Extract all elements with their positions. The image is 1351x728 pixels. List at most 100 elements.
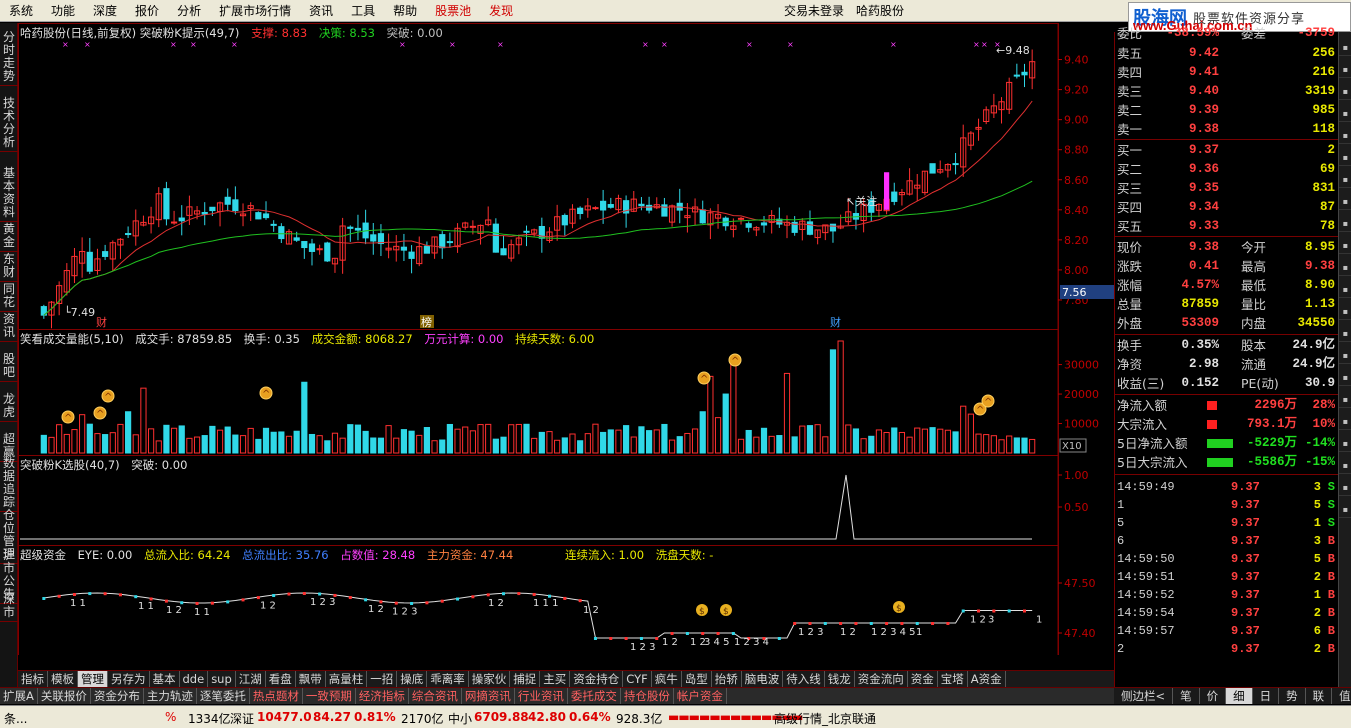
ext-tab-13[interactable]: 帐户资金 — [674, 688, 727, 704]
right-tab-2[interactable]: 价 — [1200, 688, 1227, 704]
left-tab-4[interactable]: 东财 — [0, 251, 18, 282]
ext-tab-7[interactable]: 经济指标 — [356, 688, 409, 704]
indicator-tab-25[interactable]: 资金流向 — [855, 671, 908, 687]
indicator-tab-7[interactable]: 江湖 — [236, 671, 266, 687]
indicator-tab-22[interactable]: 脑电波 — [742, 671, 784, 687]
right-tab-3[interactable]: 细 — [1226, 688, 1253, 704]
side-icon[interactable]: ▪ — [1339, 128, 1351, 144]
ext-tab-8[interactable]: 综合资讯 — [409, 688, 462, 704]
indicator-tab-24[interactable]: 钱龙 — [825, 671, 855, 687]
indicator-tab-19[interactable]: 疯牛 — [652, 671, 682, 687]
ext-tab-3[interactable]: 主力轨迹 — [144, 688, 197, 704]
left-tab-2[interactable]: 基本资料 — [0, 165, 18, 222]
indicator-tab-16[interactable]: 主买 — [540, 671, 571, 687]
ext-tab-4[interactable]: 逐笔委托 — [197, 688, 250, 704]
indicator-tab-5[interactable]: dde — [180, 671, 209, 687]
indicator-tab-18[interactable]: CYF — [623, 671, 652, 687]
menu-system[interactable]: 系统 — [0, 0, 42, 22]
side-icon[interactable]: ▪ — [1339, 326, 1351, 342]
indicator-tab-14[interactable]: 操家伙 — [469, 671, 511, 687]
taskbar-item[interactable]: 条... — [4, 710, 27, 727]
chart-area[interactable]: 9.40 9.20 9.00 8.80 8.60 8.40 8.20 8.00 7.80 7.56… — [18, 23, 1114, 655]
side-icon[interactable]: ▪ — [1339, 238, 1351, 254]
menu-stock-pool[interactable]: 股票池 — [426, 0, 480, 22]
ext-tab-1[interactable]: 关联报价 — [38, 688, 91, 704]
stat2-row-1-r: 24.9亿 — [1292, 357, 1335, 371]
ext-tab-5[interactable]: 热点题材 — [250, 688, 303, 704]
menu-function[interactable]: 功能 — [42, 0, 84, 22]
ext-tab-6[interactable]: 一致预期 — [303, 688, 356, 704]
indicator-tab-20[interactable]: 岛型 — [682, 671, 712, 687]
indicator-tab-21[interactable]: 抬轿 — [712, 671, 742, 687]
side-icon[interactable]: ▪ — [1339, 436, 1351, 452]
side-icon[interactable]: ▪ — [1339, 348, 1351, 364]
indicator-tab-23[interactable]: 待入线 — [783, 671, 825, 687]
menu-analysis[interactable]: 分析 — [168, 0, 210, 22]
right-tab-0[interactable]: 侧边栏< — [1114, 688, 1174, 704]
left-tab-0[interactable]: 分时走势 — [0, 29, 18, 86]
menu-help[interactable]: 帮助 — [384, 0, 426, 22]
indicator-tab-0[interactable]: 指标 — [18, 671, 48, 687]
side-icon[interactable]: ▪ — [1339, 194, 1351, 210]
indicator-tab-11[interactable]: 一招 — [367, 671, 398, 687]
left-tab-8[interactable]: 龙虎 — [0, 391, 18, 422]
indicator-tab-15[interactable]: 捕捉 — [510, 671, 541, 687]
menu-quote[interactable]: 报价 — [126, 0, 168, 22]
side-icon[interactable]: ▪ — [1339, 172, 1351, 188]
menu-extended-market[interactable]: 扩展市场行情 — [210, 0, 300, 22]
indicator-tab-2[interactable]: 管理 — [78, 671, 108, 687]
indicator-tab-6[interactable]: sup — [208, 671, 236, 687]
indicator-tab-9[interactable]: 飘带 — [296, 671, 326, 687]
left-tab-1[interactable]: 技术分析 — [0, 95, 18, 152]
ext-tab-12[interactable]: 持仓股份 — [621, 688, 674, 704]
ext-tab-0[interactable]: 扩展A — [0, 688, 38, 704]
menu-discover[interactable]: 发现 — [480, 0, 522, 22]
left-tab-5[interactable]: 同花 — [0, 281, 18, 312]
menu-depth[interactable]: 深度 — [84, 0, 126, 22]
indicator-tab-3[interactable]: 另存为 — [108, 671, 150, 687]
side-icon[interactable]: ▪ — [1339, 62, 1351, 78]
side-icon[interactable]: ▪ — [1339, 480, 1351, 496]
left-tab-3[interactable]: 黄金 — [0, 221, 18, 252]
indicator-tab-4[interactable]: 基本 — [150, 671, 180, 687]
ext-tab-10[interactable]: 行业资讯 — [515, 688, 568, 704]
indicator-tab-10[interactable]: 高量柱 — [326, 671, 368, 687]
side-icon[interactable]: ▪ — [1339, 414, 1351, 430]
ext-tab-11[interactable]: 委托成交 — [568, 688, 621, 704]
ext-tab-9[interactable]: 网摘资讯 — [462, 688, 515, 704]
volume-bar — [699, 411, 706, 454]
right-tab-6[interactable]: 联 — [1306, 688, 1333, 704]
left-tab-13[interactable]: 深市 — [0, 591, 18, 622]
left-tab-6[interactable]: 资讯 — [0, 311, 18, 342]
side-icon[interactable]: ▪ — [1339, 392, 1351, 408]
right-tab-5[interactable]: 势 — [1279, 688, 1306, 704]
indicator-tab-17[interactable]: 资金持仓 — [570, 671, 624, 687]
side-icon[interactable]: ▪ — [1339, 304, 1351, 320]
side-icon[interactable]: ▪ — [1339, 40, 1351, 56]
side-icon[interactable]: ▪ — [1339, 458, 1351, 474]
indicator-tab-27[interactable]: 宝塔 — [938, 671, 968, 687]
menu-news[interactable]: 资讯 — [300, 0, 342, 22]
ext-tab-2[interactable]: 资金分布 — [91, 688, 144, 704]
side-icon[interactable]: ▪ — [1339, 84, 1351, 100]
tick-t: 14:59:50 — [1117, 552, 1175, 566]
indicator-tab-1[interactable]: 模板 — [48, 671, 78, 687]
side-icon[interactable]: ▪ — [1339, 282, 1351, 298]
side-icon[interactable]: ▪ — [1339, 106, 1351, 122]
indicator-tab-28[interactable]: A资金 — [968, 671, 1006, 687]
indicator-tab-26[interactable]: 资金 — [908, 671, 938, 687]
right-tab-4[interactable]: 日 — [1253, 688, 1280, 704]
side-icon[interactable]: ▪ — [1339, 260, 1351, 276]
side-icon[interactable]: ▪ — [1339, 216, 1351, 232]
left-tab-7[interactable]: 股吧 — [0, 351, 18, 382]
indicator-tab-12[interactable]: 操底 — [397, 671, 428, 687]
indicator-tab-13[interactable]: 乖离率 — [427, 671, 469, 687]
right-tab-7[interactable]: 值 — [1332, 688, 1351, 704]
side-icon[interactable]: ▪ — [1339, 150, 1351, 166]
left-tab-10[interactable]: 数据追踪 — [0, 455, 18, 512]
side-icon[interactable]: ▪ — [1339, 502, 1351, 518]
indicator-tab-8[interactable]: 看盘 — [266, 671, 296, 687]
right-tab-1[interactable]: 笔 — [1173, 688, 1200, 704]
menu-tools[interactable]: 工具 — [342, 0, 384, 22]
side-icon[interactable]: ▪ — [1339, 370, 1351, 386]
